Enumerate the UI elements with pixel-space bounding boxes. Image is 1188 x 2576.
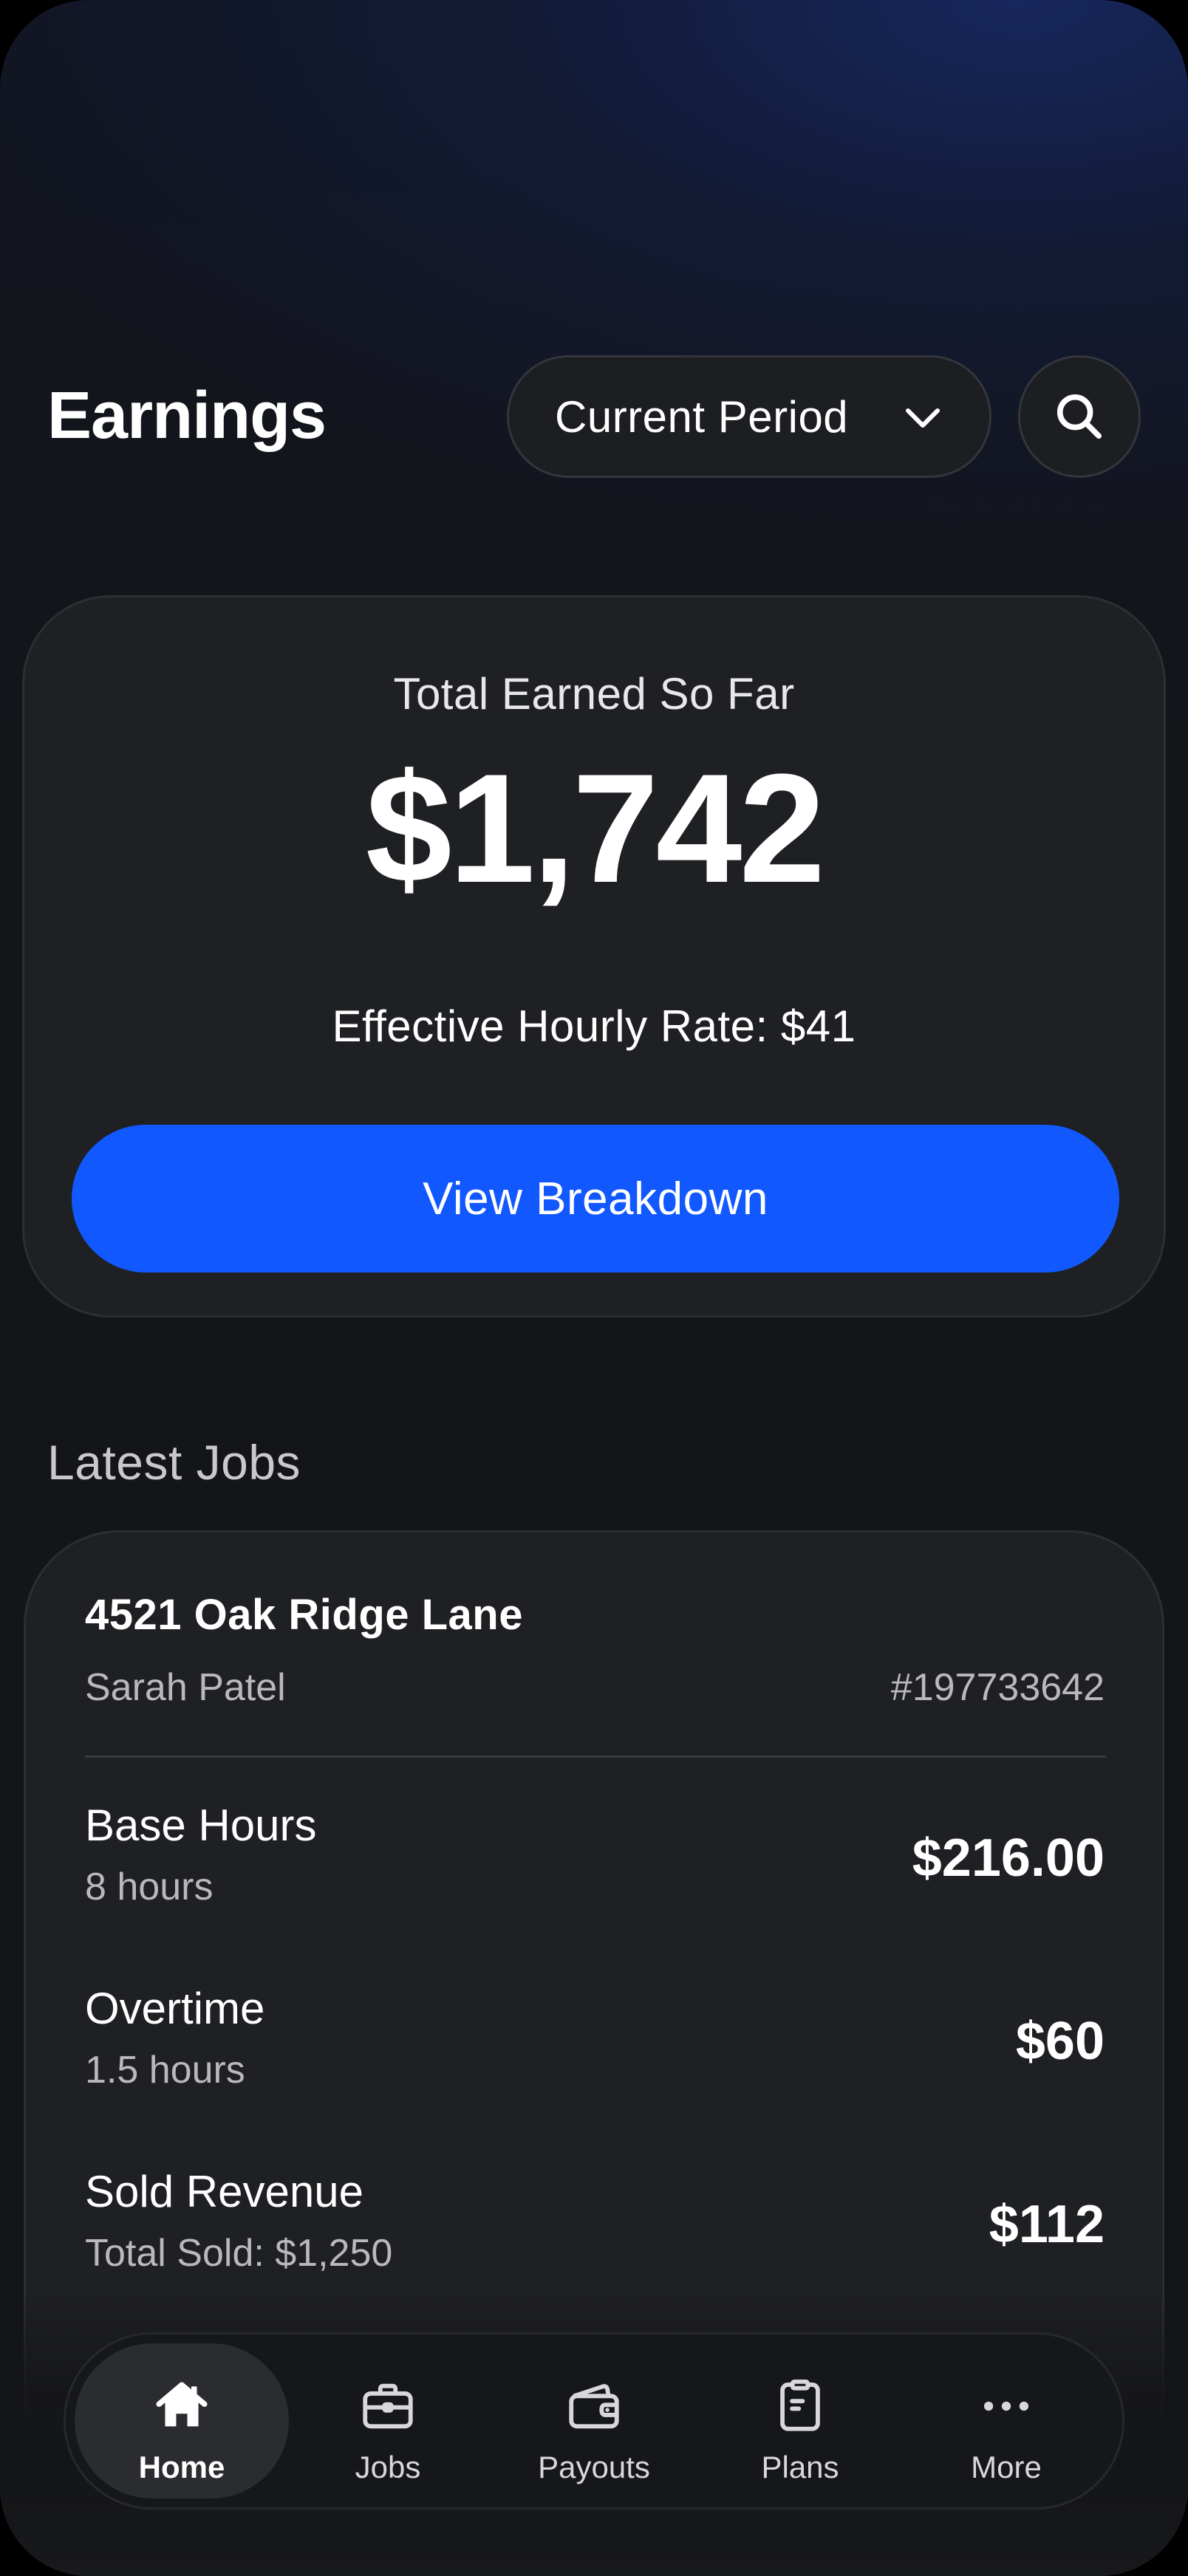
nav-item-payouts[interactable]: Payouts — [487, 2343, 701, 2498]
search-button[interactable] — [1018, 355, 1141, 478]
nav-item-more[interactable]: More — [899, 2343, 1113, 2498]
page-title: Earnings — [47, 379, 327, 453]
latest-jobs-title: Latest Jobs — [47, 1435, 301, 1490]
line-item-amount: $216.00 — [912, 1829, 1105, 1888]
search-icon — [1056, 394, 1102, 439]
line-item-title: Base Hours — [85, 1801, 317, 1850]
divider — [85, 1755, 1106, 1758]
earnings-screen: Earnings Current Period Total Earned So … — [0, 0, 1188, 2576]
period-select[interactable]: Current Period — [507, 355, 991, 478]
chevron-down-icon — [906, 408, 940, 428]
total-earned-amount: $1,742 — [365, 741, 825, 915]
job-number: #197733642 — [890, 1666, 1105, 1709]
period-select-label: Current Period — [555, 391, 849, 442]
line-item-subtitle: Total Sold: $1,250 — [85, 2232, 393, 2275]
effective-hourly-rate: Effective Hourly Rate: $41 — [332, 1001, 856, 1051]
line-item-subtitle: 1.5 hours — [85, 2049, 245, 2092]
nav-item-home[interactable]: Home — [75, 2343, 289, 2498]
line-item-base-hours: Base Hours 8 hours $216.00 — [26, 1800, 1162, 1948]
line-item-title: Sold Revenue — [85, 2167, 363, 2216]
header: Earnings Current Period — [0, 354, 1188, 480]
nav-label: Plans — [761, 2450, 839, 2484]
total-earned-label: Total Earned So Far — [393, 669, 795, 719]
nav-label: More — [971, 2450, 1042, 2484]
nav-label: Jobs — [355, 2450, 421, 2484]
nav-label: Home — [138, 2450, 225, 2484]
more-icon — [983, 2401, 1029, 2411]
line-item-subtitle: 8 hours — [85, 1866, 214, 1908]
wallet-icon — [569, 2384, 619, 2429]
line-item-amount: $112 — [989, 2195, 1105, 2254]
nav-item-jobs[interactable]: Jobs — [281, 2343, 495, 2498]
view-breakdown-button[interactable]: View Breakdown — [72, 1125, 1119, 1272]
bottom-nav: Home Jobs Payouts Plans More — [64, 2332, 1124, 2510]
line-item-title: Overtime — [85, 1984, 265, 2033]
clipboard-icon — [780, 2379, 820, 2431]
nav-item-plans[interactable]: Plans — [693, 2343, 907, 2498]
job-customer: Sarah Patel — [85, 1666, 286, 1709]
briefcase-icon — [363, 2383, 413, 2429]
earnings-summary-card: Total Earned So Far $1,742 Effective Hou… — [22, 595, 1166, 1318]
nav-label: Payouts — [538, 2450, 650, 2484]
line-item-amount: $60 — [1015, 2012, 1105, 2071]
home-icon — [156, 2382, 208, 2427]
job-address: 4521 Oak Ridge Lane — [85, 1591, 523, 1639]
line-item-overtime: Overtime 1.5 hours $60 — [26, 1983, 1162, 2131]
